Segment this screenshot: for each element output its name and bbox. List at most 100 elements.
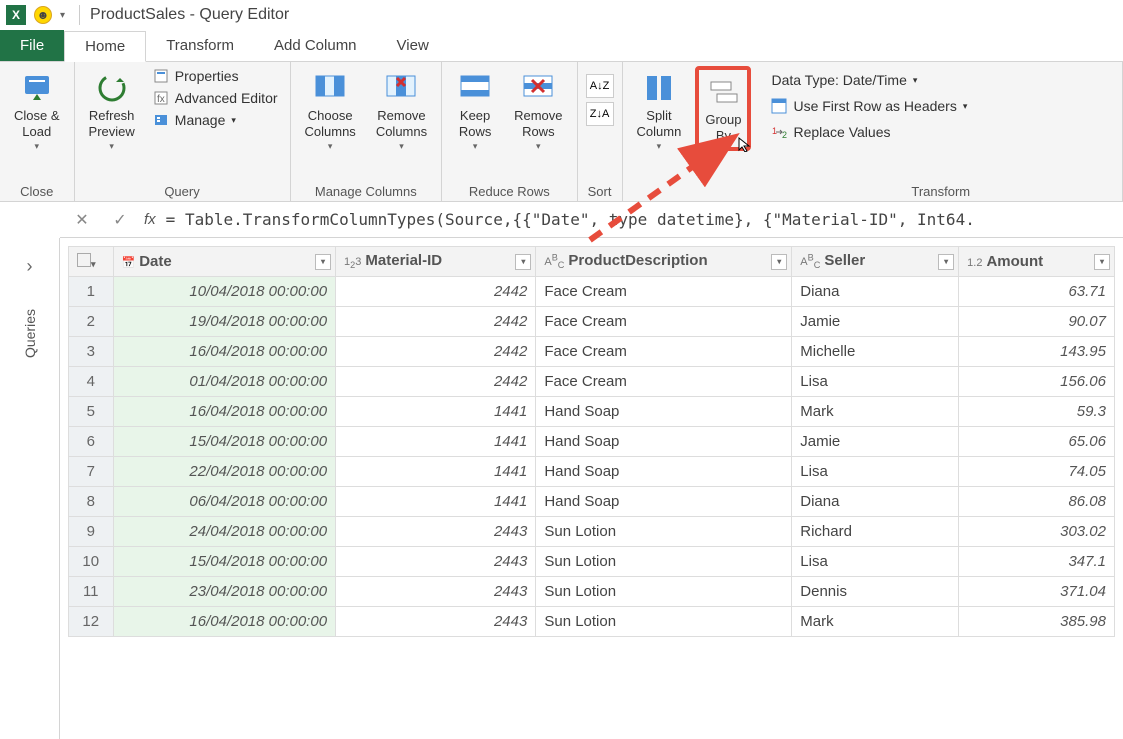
data-type-button[interactable]: Data Type: Date/Time ▾ bbox=[767, 70, 971, 90]
table-row[interactable]: 615/04/2018 00:00:001441Hand SoapJamie65… bbox=[69, 427, 1115, 457]
remove-columns-button[interactable]: Remove Columns ▾ bbox=[370, 66, 433, 156]
cell-seller[interactable]: Lisa bbox=[792, 367, 959, 397]
col-product[interactable]: ABCProductDescription▾ bbox=[536, 247, 792, 277]
cell-material[interactable]: 2442 bbox=[336, 307, 536, 337]
table-row[interactable]: 110/04/2018 00:00:002442Face CreamDiana6… bbox=[69, 277, 1115, 307]
filter-icon[interactable]: ▾ bbox=[771, 254, 787, 270]
cell-date[interactable]: 15/04/2018 00:00:00 bbox=[113, 547, 336, 577]
refresh-preview-button[interactable]: Refresh Preview ▾ bbox=[83, 66, 141, 156]
group-by-button[interactable]: Group By bbox=[695, 66, 751, 151]
row-number[interactable]: 10 bbox=[69, 547, 114, 577]
cell-amount[interactable]: 371.04 bbox=[959, 577, 1115, 607]
col-date[interactable]: 📅Date▾ bbox=[113, 247, 336, 277]
expand-pane-icon[interactable]: › bbox=[27, 256, 33, 277]
row-number[interactable]: 2 bbox=[69, 307, 114, 337]
cell-product[interactable]: Sun Lotion bbox=[536, 607, 792, 637]
cell-amount[interactable]: 385.98 bbox=[959, 607, 1115, 637]
smiley-icon[interactable]: ☻ bbox=[34, 6, 52, 24]
cell-material[interactable]: 2443 bbox=[336, 577, 536, 607]
table-row[interactable]: 806/04/2018 00:00:001441Hand SoapDiana86… bbox=[69, 487, 1115, 517]
accept-formula-icon[interactable]: ✓ bbox=[106, 206, 134, 234]
cell-product[interactable]: Face Cream bbox=[536, 277, 792, 307]
cell-product[interactable]: Sun Lotion bbox=[536, 517, 792, 547]
qat-dropdown-icon[interactable]: ▾ bbox=[60, 10, 65, 21]
first-row-headers-button[interactable]: Use First Row as Headers ▾ bbox=[767, 96, 971, 116]
cancel-formula-icon[interactable]: ✕ bbox=[68, 206, 96, 234]
col-material[interactable]: 123Material-ID▾ bbox=[336, 247, 536, 277]
cell-amount[interactable]: 65.06 bbox=[959, 427, 1115, 457]
tab-view[interactable]: View bbox=[377, 30, 449, 61]
row-number[interactable]: 6 bbox=[69, 427, 114, 457]
filter-icon[interactable]: ▾ bbox=[938, 254, 954, 270]
filter-icon[interactable]: ▾ bbox=[1094, 254, 1110, 270]
cell-seller[interactable]: Mark bbox=[792, 607, 959, 637]
col-amount[interactable]: 1.2Amount▾ bbox=[959, 247, 1115, 277]
row-number[interactable]: 11 bbox=[69, 577, 114, 607]
row-number[interactable]: 9 bbox=[69, 517, 114, 547]
cell-material[interactable]: 2443 bbox=[336, 547, 536, 577]
cell-seller[interactable]: Diana bbox=[792, 277, 959, 307]
advanced-editor-button[interactable]: fx Advanced Editor bbox=[149, 88, 282, 108]
cell-date[interactable]: 24/04/2018 00:00:00 bbox=[113, 517, 336, 547]
cell-seller[interactable]: Diana bbox=[792, 487, 959, 517]
cell-product[interactable]: Face Cream bbox=[536, 337, 792, 367]
table-row[interactable]: 516/04/2018 00:00:001441Hand SoapMark59.… bbox=[69, 397, 1115, 427]
table-row[interactable]: 401/04/2018 00:00:002442Face CreamLisa15… bbox=[69, 367, 1115, 397]
data-grid[interactable]: ▾ 📅Date▾ 123Material-ID▾ ABCProductDescr… bbox=[60, 238, 1123, 739]
replace-values-button[interactable]: 12 Replace Values bbox=[767, 122, 971, 142]
row-number[interactable]: 3 bbox=[69, 337, 114, 367]
cell-material[interactable]: 1441 bbox=[336, 397, 536, 427]
cell-date[interactable]: 15/04/2018 00:00:00 bbox=[113, 427, 336, 457]
cell-amount[interactable]: 63.71 bbox=[959, 277, 1115, 307]
cell-product[interactable]: Sun Lotion bbox=[536, 547, 792, 577]
cell-seller[interactable]: Jamie bbox=[792, 427, 959, 457]
cell-seller[interactable]: Lisa bbox=[792, 547, 959, 577]
table-row[interactable]: 924/04/2018 00:00:002443Sun LotionRichar… bbox=[69, 517, 1115, 547]
split-column-button[interactable]: Split Column ▾ bbox=[631, 66, 688, 156]
cell-amount[interactable]: 143.95 bbox=[959, 337, 1115, 367]
row-number[interactable]: 5 bbox=[69, 397, 114, 427]
cell-product[interactable]: Hand Soap bbox=[536, 457, 792, 487]
table-row[interactable]: 722/04/2018 00:00:001441Hand SoapLisa74.… bbox=[69, 457, 1115, 487]
manage-button[interactable]: Manage ▾ bbox=[149, 110, 282, 130]
cell-material[interactable]: 2443 bbox=[336, 607, 536, 637]
row-number[interactable]: 4 bbox=[69, 367, 114, 397]
cell-material[interactable]: 2442 bbox=[336, 277, 536, 307]
col-seller[interactable]: ABCSeller▾ bbox=[792, 247, 959, 277]
table-row[interactable]: 1216/04/2018 00:00:002443Sun LotionMark3… bbox=[69, 607, 1115, 637]
cell-seller[interactable]: Michelle bbox=[792, 337, 959, 367]
cell-date[interactable]: 01/04/2018 00:00:00 bbox=[113, 367, 336, 397]
tab-transform[interactable]: Transform bbox=[146, 30, 254, 61]
select-all-header[interactable]: ▾ bbox=[69, 247, 114, 277]
cell-seller[interactable]: Mark bbox=[792, 397, 959, 427]
cell-date[interactable]: 16/04/2018 00:00:00 bbox=[113, 337, 336, 367]
cell-material[interactable]: 1441 bbox=[336, 427, 536, 457]
tab-home[interactable]: Home bbox=[64, 31, 146, 62]
cell-product[interactable]: Hand Soap bbox=[536, 487, 792, 517]
properties-button[interactable]: Properties bbox=[149, 66, 282, 86]
cell-seller[interactable]: Lisa bbox=[792, 457, 959, 487]
cell-product[interactable]: Face Cream bbox=[536, 307, 792, 337]
cell-material[interactable]: 1441 bbox=[336, 487, 536, 517]
tab-file[interactable]: File bbox=[0, 30, 64, 61]
cell-date[interactable]: 16/04/2018 00:00:00 bbox=[113, 607, 336, 637]
cell-date[interactable]: 22/04/2018 00:00:00 bbox=[113, 457, 336, 487]
row-number[interactable]: 7 bbox=[69, 457, 114, 487]
cell-date[interactable]: 10/04/2018 00:00:00 bbox=[113, 277, 336, 307]
cell-amount[interactable]: 156.06 bbox=[959, 367, 1115, 397]
cell-amount[interactable]: 74.05 bbox=[959, 457, 1115, 487]
cell-amount[interactable]: 347.1 bbox=[959, 547, 1115, 577]
row-number[interactable]: 1 bbox=[69, 277, 114, 307]
cell-material[interactable]: 2442 bbox=[336, 367, 536, 397]
sort-desc-button[interactable]: Z↓A bbox=[586, 102, 614, 126]
filter-icon[interactable]: ▾ bbox=[515, 254, 531, 270]
cell-date[interactable]: 06/04/2018 00:00:00 bbox=[113, 487, 336, 517]
keep-rows-button[interactable]: Keep Rows ▾ bbox=[450, 66, 500, 156]
cell-material[interactable]: 2443 bbox=[336, 517, 536, 547]
table-row[interactable]: 1015/04/2018 00:00:002443Sun LotionLisa3… bbox=[69, 547, 1115, 577]
cell-material[interactable]: 2442 bbox=[336, 337, 536, 367]
cell-material[interactable]: 1441 bbox=[336, 457, 536, 487]
cell-seller[interactable]: Jamie bbox=[792, 307, 959, 337]
tab-add-column[interactable]: Add Column bbox=[254, 30, 377, 61]
row-number[interactable]: 12 bbox=[69, 607, 114, 637]
